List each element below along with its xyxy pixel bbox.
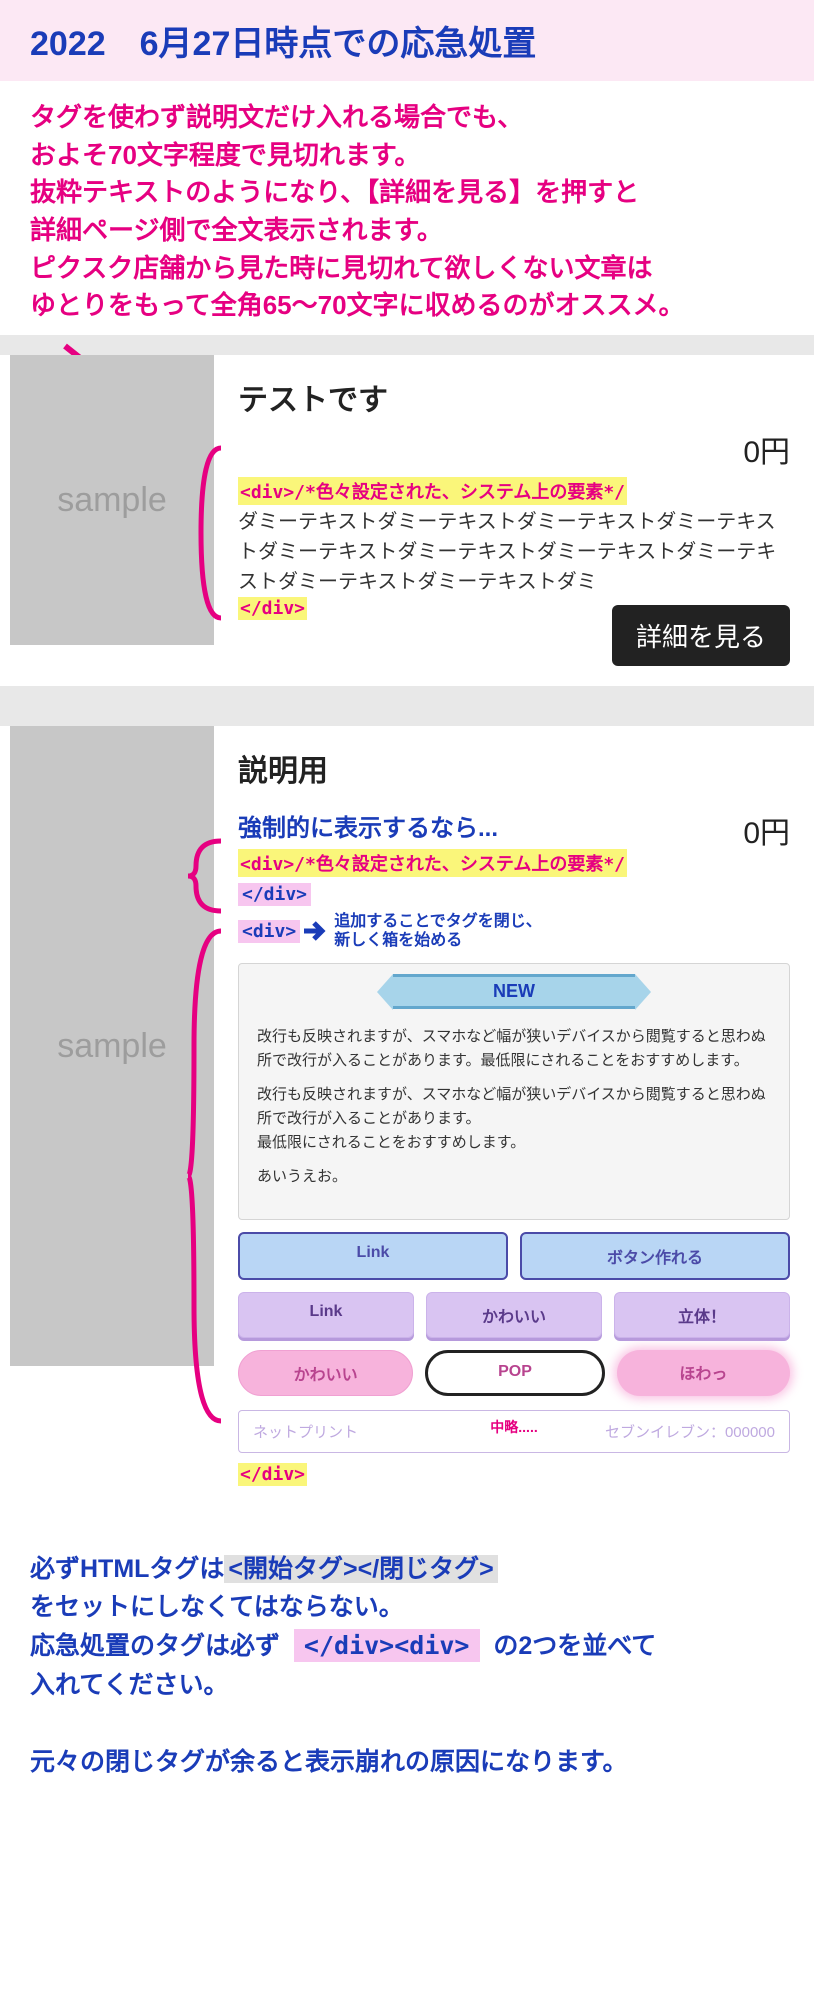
content-box: NEW 改行も反映されますが、スマホなど幅が狭いデバイスから閲覧すると思わぬ所で… xyxy=(238,963,790,1220)
price: 0円 xyxy=(238,427,790,471)
paragraph: 改行も反映されますが、スマホなど幅が狭いデバイスから閲覧すると思わぬ所で改行が入… xyxy=(257,1025,771,1073)
intro-line: 抜粋テキストのようになり、【詳細を見る】を押すと xyxy=(30,174,784,212)
intro-line: およそ70文字程度で見切れます。 xyxy=(30,137,784,175)
code-close-tag: </div> xyxy=(238,1463,307,1486)
intro-line: ピクスク店舗から見た時に見切れて欲しくない文章は xyxy=(30,250,784,288)
faded-left: ネットプリント xyxy=(253,1421,358,1442)
arrow-icon xyxy=(302,918,328,944)
price: 0円 xyxy=(743,808,790,852)
sample-button-link[interactable]: Link xyxy=(238,1292,414,1338)
card-title: 説明用 xyxy=(238,746,790,790)
footer-line: をセットにしなくてはならない。 xyxy=(30,1588,784,1627)
footer-line: 入れてください。 xyxy=(30,1666,784,1705)
omit-label: 中略..... xyxy=(490,1417,537,1437)
detail-button[interactable]: 詳細を見る xyxy=(612,605,790,666)
footer-warning: 元々の閉じタグが余ると表示崩れの原因になります。 xyxy=(30,1743,784,1782)
ribbon: NEW xyxy=(239,974,789,1009)
code-open-tag-inserted: <div> xyxy=(238,920,300,943)
faded-right: セブンイレブン：000000 xyxy=(605,1421,775,1442)
code-close-tag-inserted: </div> xyxy=(238,883,311,906)
content-text: 改行も反映されますが、スマホなど幅が狭いデバイスから閲覧すると思わぬ所で改行が入… xyxy=(239,1019,789,1205)
sample-button-cute[interactable]: かわいい xyxy=(426,1292,602,1338)
sample-button-cute[interactable]: かわいい xyxy=(238,1350,413,1396)
code-open-tag: <div>/*色々設定された、システム上の要素*/ xyxy=(238,849,627,877)
sample-button-link[interactable]: Link xyxy=(238,1232,508,1280)
product-card-1: sample テストです 0円 <div>/*色々設定された、システム上の要素*… xyxy=(0,355,814,686)
sample-button-create[interactable]: ボタン作れる xyxy=(520,1232,790,1280)
intro-line: 詳細ページ側で全文表示されます。 xyxy=(30,212,784,250)
paragraph: 改行も反映されますが、スマホなど幅が狭いデバイスから閲覧すると思わぬ所で改行が入… xyxy=(257,1083,771,1155)
footer-note: 必ずHTMLタグは<開始タグ></閉じタグ> をセットにしなくてはならない。 応… xyxy=(0,1526,814,1823)
sample-button-pop[interactable]: POP xyxy=(425,1350,604,1396)
footer-line: 必ずHTMLタグは<開始タグ></閉じタグ> xyxy=(30,1550,784,1589)
code-tag-pair: </div><div> xyxy=(294,1629,480,1662)
sample-button-3d[interactable]: 立体！ xyxy=(614,1292,790,1338)
page-title: 2022 6月27日時点での応急処置 xyxy=(0,0,814,81)
intro-line: ゆとりをもって全角65〜70文字に収めるのがオススメ。 xyxy=(30,287,784,325)
paragraph: あいうえお。 xyxy=(257,1165,771,1189)
product-card-2: sample 説明用 強制的に表示するなら... 0円 <div>/*色々設定さ… xyxy=(0,726,814,1505)
faded-row: ネットプリント 中略..... セブンイレブン：000000 xyxy=(238,1410,790,1453)
card-title: テストです xyxy=(238,375,790,419)
thumbnail: sample xyxy=(10,355,214,645)
description-text: ダミーテキストダミーテキストダミーテキストダミーテキストダミーテキストダミーテキ… xyxy=(238,507,790,597)
thumbnail: sample xyxy=(10,726,214,1366)
intro-line: タグを使わず説明文だけ入れる場合でも、 xyxy=(30,99,784,137)
card-subheading: 強制的に表示するなら... xyxy=(238,808,498,843)
intro-text: タグを使わず説明文だけ入れる場合でも、 およそ70文字程度で見切れます。 抜粋テ… xyxy=(0,81,814,335)
footer-line: 応急処置のタグは必ず </div><div> の2つを並べて xyxy=(30,1627,784,1666)
code-close-tag: </div> xyxy=(238,597,307,620)
sample-button-glow[interactable]: ほわっ xyxy=(617,1350,790,1396)
ribbon-label: NEW xyxy=(393,974,635,1009)
annotation-text: 追加することでタグを閉じ、 新しく箱を始める xyxy=(334,912,542,950)
code-open-tag: <div>/*色々設定された、システム上の要素*/ xyxy=(238,477,627,505)
